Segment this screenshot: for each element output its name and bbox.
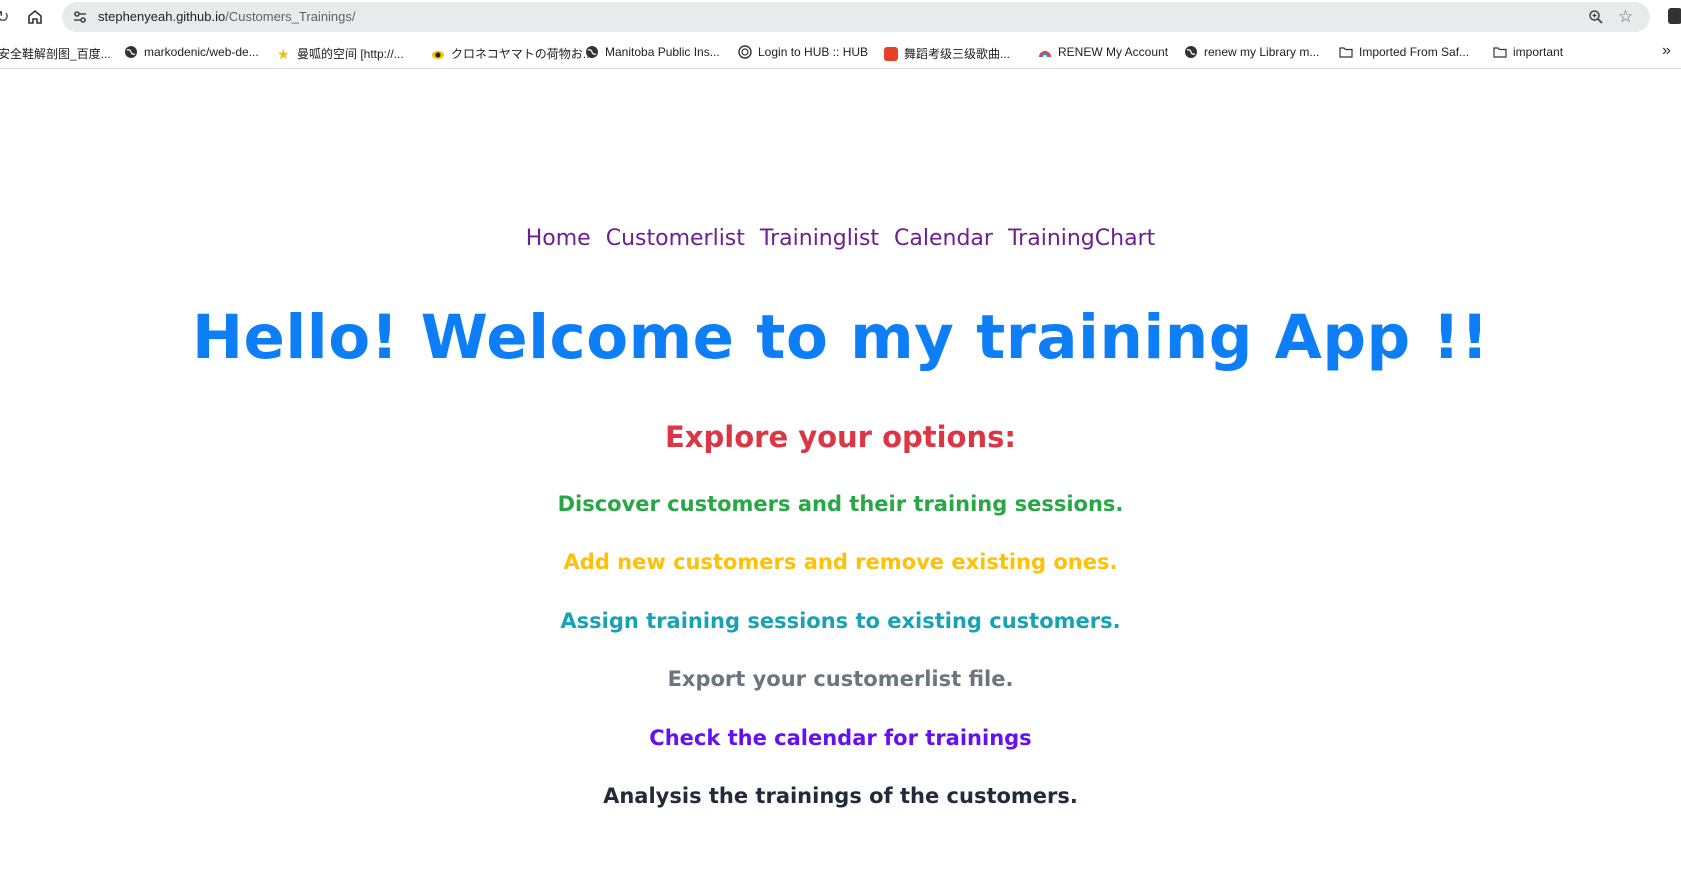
- bookmark-label: markodenic/web-de...: [144, 45, 259, 59]
- globe-icon: [125, 46, 137, 58]
- nav-link-home[interactable]: Home: [526, 226, 591, 251]
- url-path: /Customers_Trainings/: [225, 9, 356, 24]
- bookmark-item[interactable]: important: [1493, 45, 1563, 59]
- bookmark-star-icon[interactable]: ☆: [1618, 7, 1633, 27]
- nav-link-trainingchart[interactable]: TrainingChart: [1008, 226, 1155, 251]
- bookmark-item[interactable]: Manitoba Public Ins...: [585, 45, 720, 59]
- hub-icon: [738, 45, 752, 59]
- option-analysis-trainings: Analysis the trainings of the customers.: [603, 784, 1078, 808]
- bookmark-label: renew my Library m...: [1204, 45, 1320, 59]
- bookmark-item[interactable]: RENEW My Account: [1038, 45, 1168, 59]
- bookmark-label: RENEW My Account: [1058, 45, 1169, 59]
- nav-link-customerlist[interactable]: Customerlist: [606, 226, 745, 251]
- nav-link-calendar[interactable]: Calendar: [894, 226, 993, 251]
- bookmark-item[interactable]: Imported From Saf...: [1339, 45, 1469, 59]
- url-text: stephenyeah.github.io/Customers_Training…: [98, 9, 356, 24]
- bookmarks-bar: 安全鞋解剖图_百度... markodenic/web-de... ★ 曼呱的空…: [0, 38, 1681, 69]
- bookmark-label: 舞蹈考级三级歌曲...: [904, 47, 1011, 61]
- more-bookmarks-chevron-icon[interactable]: »: [1662, 42, 1671, 60]
- bookmark-item[interactable]: クロネコヤマトの荷物お...: [431, 45, 593, 62]
- bookmark-item[interactable]: 安全鞋解剖图_百度...: [0, 45, 111, 62]
- option-add-remove-customers: Add new customers and remove existing on…: [563, 550, 1118, 574]
- bookmark-item[interactable]: renew my Library m...: [1184, 45, 1319, 59]
- reload-icon[interactable]: ↻: [0, 7, 9, 26]
- rainbow-icon: [1039, 51, 1051, 58]
- option-export-customerlist: Export your customerlist file.: [667, 667, 1014, 691]
- option-check-calendar: Check the calendar for trainings: [649, 726, 1032, 750]
- globe-icon: [1185, 46, 1197, 58]
- bookmark-label: 安全鞋解剖图_百度...: [0, 47, 111, 61]
- bookmark-item[interactable]: ★ 曼呱的空间 [http://...: [277, 45, 404, 62]
- bookmark-label: クロネコヤマトの荷物お...: [451, 47, 593, 61]
- globe-icon: [586, 46, 598, 58]
- site-settings-icon[interactable]: [72, 9, 88, 25]
- main-nav: Home Customerlist Traininglist Calendar …: [0, 226, 1681, 251]
- cat-icon: [432, 50, 444, 59]
- bookmark-label: Manitoba Public Ins...: [605, 45, 720, 59]
- bookmark-label: Imported From Saf...: [1359, 45, 1470, 59]
- browser-toolbar: ↻ stephenyeah.github.io/Customers_Traini…: [0, 0, 1681, 34]
- app-icon: [884, 46, 898, 61]
- option-assign-trainings: Assign training sessions to existing cus…: [560, 609, 1121, 633]
- home-icon[interactable]: [26, 8, 44, 26]
- folder-icon: [1493, 47, 1507, 58]
- bookmark-item[interactable]: markodenic/web-de...: [124, 45, 259, 59]
- url-host: stephenyeah.github.io: [98, 9, 226, 24]
- extension-icon[interactable]: [1668, 8, 1681, 24]
- page-title: Hello! Welcome to my training App !!: [191, 302, 1490, 373]
- options-heading: Explore your options:: [665, 420, 1016, 454]
- bookmark-label: 曼呱的空间 [http://...: [297, 47, 404, 61]
- nav-link-traininglist[interactable]: Traininglist: [760, 226, 879, 251]
- bookmark-item[interactable]: Login to HUB :: HUB: [738, 45, 868, 59]
- bookmark-label: Login to HUB :: HUB: [758, 45, 869, 59]
- address-bar[interactable]: stephenyeah.github.io/Customers_Training…: [62, 2, 1650, 32]
- folder-icon: [1339, 47, 1353, 58]
- bookmark-item[interactable]: 舞蹈考级三级歌曲...: [884, 45, 1010, 62]
- bookmark-label: important: [1513, 45, 1564, 59]
- star-icon: ★: [277, 45, 290, 62]
- zoom-icon[interactable]: [1588, 9, 1604, 25]
- option-discover-customers: Discover customers and their training se…: [557, 492, 1124, 516]
